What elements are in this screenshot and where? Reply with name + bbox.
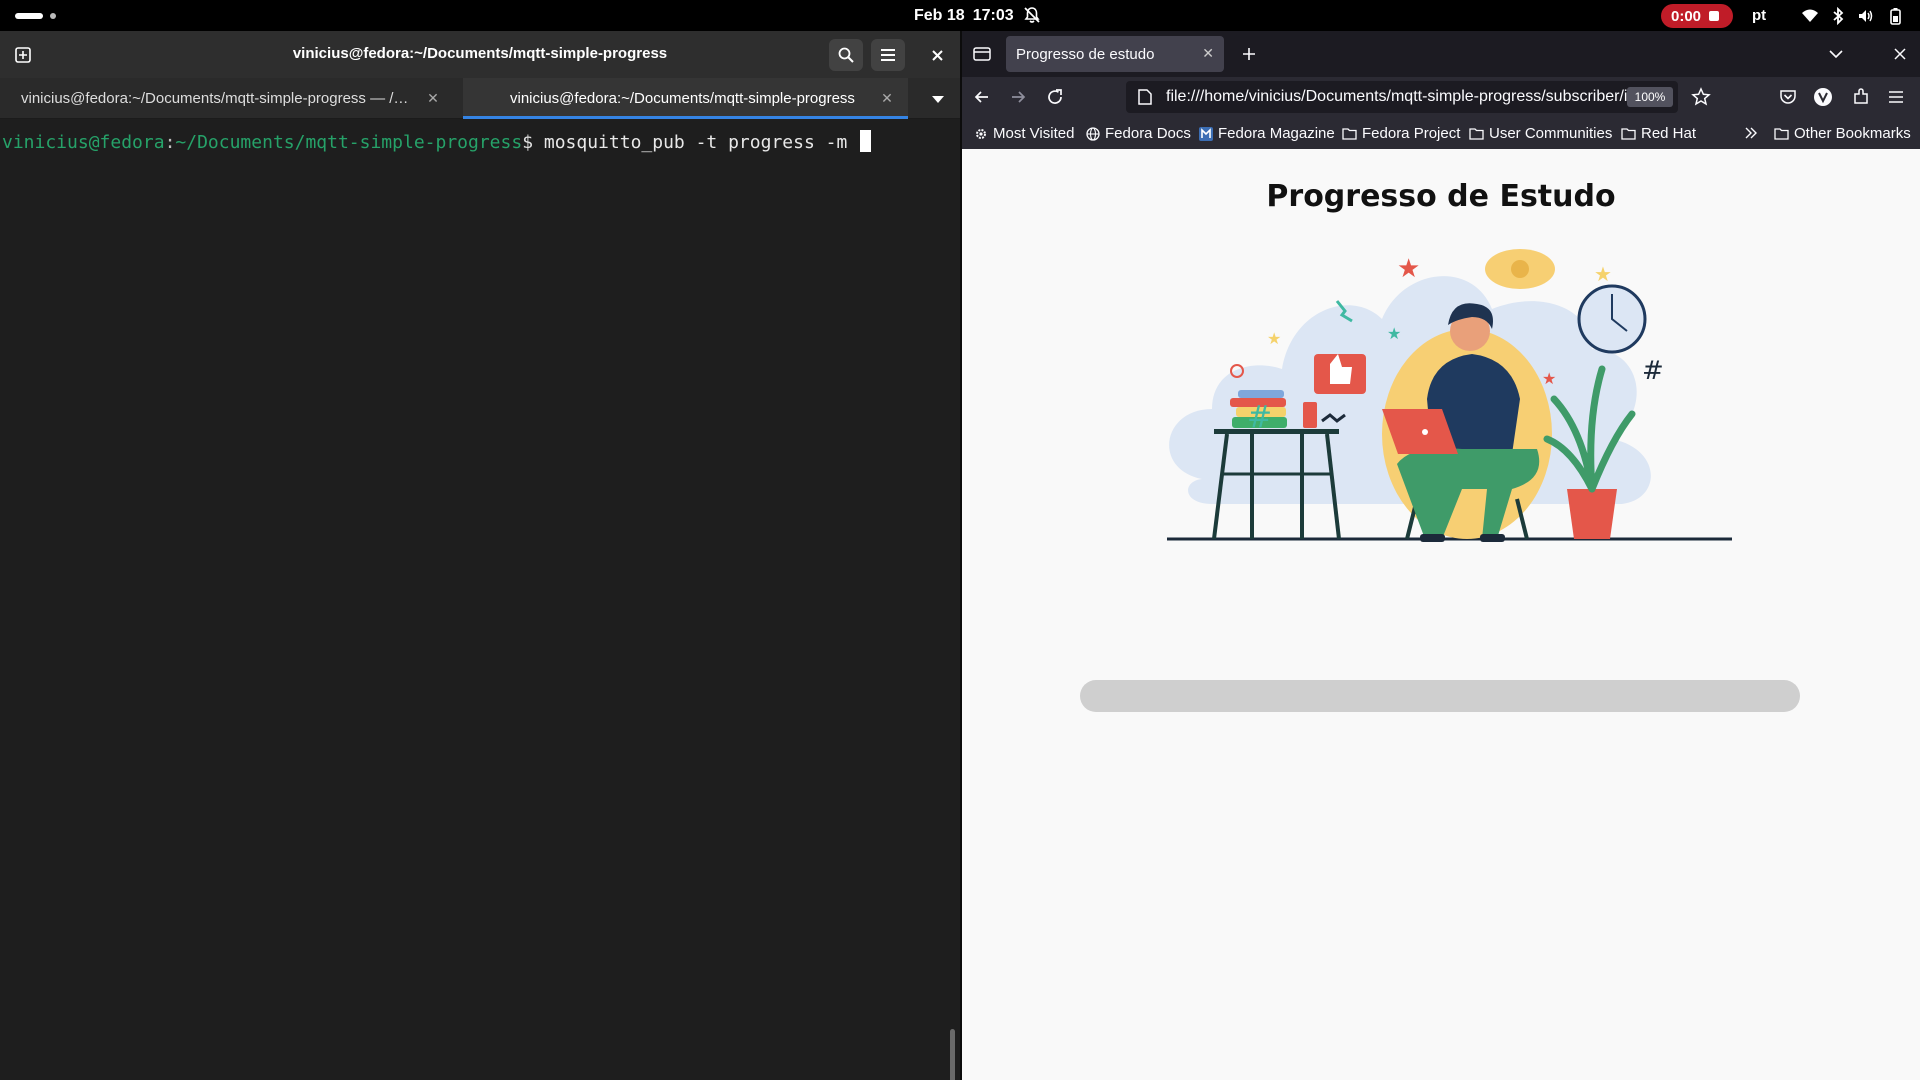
volume-icon[interactable] (1857, 7, 1875, 25)
clock[interactable]: Feb 18 17:03 (914, 7, 1022, 25)
recording-time: 0:00 (1671, 7, 1702, 25)
bookmark-star-icon[interactable] (1691, 87, 1711, 107)
close-tab-icon[interactable]: ✕ (425, 90, 441, 106)
search-icon (838, 47, 854, 63)
bookmark-most-visited[interactable]: Most Visited (974, 125, 1074, 142)
firefox-window: Progresso de estudo ✕ file:///home/vinic… (962, 31, 1920, 1080)
browser-tab-strip: Progresso de estudo ✕ (962, 31, 1920, 77)
folder-icon (1621, 128, 1636, 140)
svg-text:★: ★ (1387, 324, 1401, 343)
terminal-window-title: vinicius@fedora:~/Documents/mqtt-simple-… (292, 45, 668, 62)
close-tab-icon[interactable]: ✕ (1202, 45, 1214, 62)
hamburger-menu-icon (881, 49, 895, 61)
keyboard-layout-indicator[interactable]: pt (1752, 7, 1766, 24)
bookmark-label: Red Hat (1641, 125, 1697, 142)
bluetooth-icon[interactable] (1829, 7, 1847, 25)
screen-recording-indicator[interactable]: 0:00 (1661, 4, 1733, 28)
bookmark-label: Fedora Magazine (1218, 125, 1335, 142)
clock-date: Feb 18 (914, 7, 965, 24)
prompt-colon: : (164, 132, 176, 153)
chevron-double-right-icon[interactable] (1744, 127, 1758, 139)
address-url: file:///home/vinicius/Documents/mqtt-sim… (1166, 88, 1628, 105)
bookmarks-toolbar: Most Visited Fedora Docs Fedora Magazine… (962, 117, 1920, 149)
bookmark-user-communities[interactable]: User Communities (1469, 125, 1612, 142)
clock-time: 17:03 (972, 7, 1014, 24)
close-window-icon[interactable] (1890, 44, 1910, 64)
svg-text:★: ★ (1594, 262, 1612, 286)
progress-bar (1080, 680, 1800, 712)
zoom-level-button[interactable]: 100% (1627, 87, 1673, 107)
tabs-overflow-dropdown-icon[interactable] (931, 92, 945, 106)
terminal-output[interactable]: vinicius@fedora:~/Documents/mqtt-simple-… (0, 120, 960, 1080)
web-page-content: Progresso de Estudo ★ ★ ★ ★ ★ # # (962, 149, 1920, 1080)
notifications-off-icon (1024, 7, 1040, 23)
bookmark-label: User Communities (1489, 125, 1613, 142)
fedora-magazine-icon (1199, 126, 1213, 141)
address-bar[interactable]: file:///home/vinicius/Documents/mqtt-sim… (1126, 81, 1678, 113)
forward-arrow-icon[interactable] (1008, 87, 1028, 107)
folder-icon (1469, 128, 1484, 140)
typed-command: mosquitto_pub -t progress -m (533, 132, 859, 153)
svg-text:★: ★ (1267, 329, 1281, 348)
prompt-dollar: $ (522, 132, 534, 153)
stop-recording-icon (1709, 11, 1720, 21)
folder-icon (1774, 128, 1789, 140)
bookmark-label: Most Visited (993, 125, 1075, 142)
svg-text:#: # (1642, 356, 1664, 386)
browser-tab-title: Progresso de estudo (1016, 45, 1155, 63)
firefox-view-icon[interactable] (972, 44, 992, 64)
close-icon (931, 49, 943, 61)
terminal-close-button[interactable] (925, 43, 949, 67)
terminal-window: vinicius@fedora:~/Documents/mqtt-simple-… (0, 31, 960, 1080)
active-tab-indicator (463, 116, 908, 119)
study-illustration: ★ ★ ★ ★ ★ # # (1167, 249, 1732, 542)
svg-text:★: ★ (1542, 369, 1556, 388)
bookmark-label: Other Bookmarks (1794, 125, 1911, 142)
terminal-tab-label: vinicius@fedora:~/Documents/mqtt-simple-… (21, 90, 409, 107)
list-all-tabs-chevron-icon[interactable] (1826, 44, 1846, 64)
workspace-indicator-active[interactable] (15, 13, 43, 19)
text-cursor (860, 130, 872, 152)
browser-nav-toolbar: file:///home/vinicius/Documents/mqtt-sim… (962, 77, 1920, 117)
bookmark-other-bookmarks[interactable]: Other Bookmarks (1774, 125, 1911, 142)
bookmark-red-hat[interactable]: Red Hat (1621, 125, 1696, 142)
bookmark-label: Fedora Docs (1105, 125, 1191, 142)
extensions-puzzle-icon[interactable] (1851, 87, 1871, 107)
browser-tab-active[interactable]: Progresso de estudo ✕ (1006, 36, 1224, 72)
terminal-tab-label: vinicius@fedora:~/Documents/mqtt-simple-… (510, 90, 855, 107)
bookmark-fedora-docs[interactable]: Fedora Docs (1086, 125, 1191, 142)
battery-icon[interactable] (1886, 7, 1904, 25)
terminal-tab-1[interactable]: vinicius@fedora:~/Documents/mqtt-simple-… (0, 78, 463, 119)
new-tab-plus-icon[interactable] (1239, 44, 1259, 64)
svg-text:★: ★ (1397, 254, 1420, 284)
terminal-scrollbar[interactable] (950, 1029, 955, 1080)
prompt-path: ~/Documents/mqtt-simple-progress (175, 132, 523, 153)
terminal-tab-bar: vinicius@fedora:~/Documents/mqtt-simple-… (0, 78, 960, 119)
bookmark-label: Fedora Project (1362, 125, 1461, 142)
folder-icon (1342, 128, 1357, 140)
close-tab-icon[interactable]: ✕ (879, 90, 895, 106)
page-title: Progresso de Estudo (1266, 179, 1616, 214)
prompt-user-host: vinicius@fedora (2, 132, 165, 153)
gear-icon (976, 128, 986, 139)
wifi-icon[interactable] (1801, 7, 1819, 25)
bookmark-fedora-project[interactable]: Fedora Project (1342, 125, 1460, 142)
pocket-icon[interactable] (1778, 87, 1798, 107)
terminal-header-bar: vinicius@fedora:~/Documents/mqtt-simple-… (0, 31, 960, 78)
bookmark-fedora-magazine[interactable]: Fedora Magazine (1199, 125, 1335, 142)
reload-icon[interactable] (1045, 87, 1065, 107)
terminal-tab-2[interactable]: vinicius@fedora:~/Documents/mqtt-simple-… (463, 78, 908, 119)
terminal-menu-button[interactable] (871, 39, 905, 71)
page-file-icon (1138, 89, 1152, 105)
back-arrow-icon[interactable] (972, 87, 992, 107)
workspace-indicator[interactable] (50, 13, 56, 19)
svg-text:#: # (1247, 400, 1272, 435)
gnome-top-bar: Feb 18 17:03 0:00 pt (0, 0, 1920, 31)
account-avatar-icon[interactable] (1813, 87, 1833, 107)
terminal-search-button[interactable] (829, 39, 863, 71)
globe-icon (1086, 126, 1100, 141)
app-menu-icon[interactable] (1886, 87, 1906, 107)
